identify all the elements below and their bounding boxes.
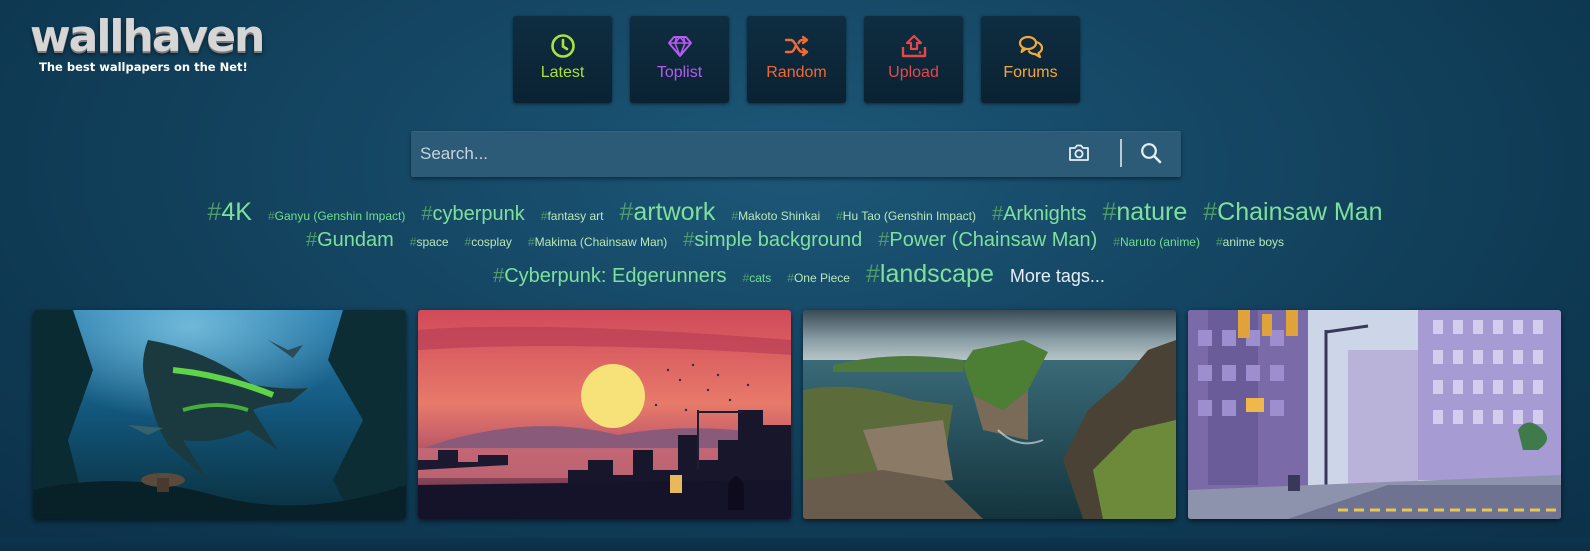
tag-row: #Cyberpunk: Edgerunners #cats #One Piece… [140,260,1450,291]
street-wallpaper-image [1188,310,1561,519]
tag-link[interactable]: #cyberpunk [421,203,524,226]
tag-link[interactable]: #fantasy art [541,209,604,223]
tag-link[interactable]: #Arknights [992,203,1087,226]
nav-upload-button[interactable]: Upload [864,16,963,103]
tag-link[interactable]: #Naruto (anime) [1113,235,1200,249]
nav-forums-button[interactable]: Forums [981,16,1080,103]
main-nav: Latest Toplist Random Upload Forums [513,16,1098,103]
nav-forums-label: Forums [1003,64,1058,81]
tag-link[interactable]: #cats [743,271,772,285]
logo-tagline: The best wallpapers on the Net! [39,60,248,74]
wallpaper-thumb-cliffs[interactable] [803,310,1176,519]
search-bar [411,131,1181,177]
tag-link[interactable]: #nature [1102,198,1187,227]
site-logo[interactable]: wallhaven The best wallpapers on the Net… [30,11,265,75]
nav-upload-label: Upload [888,64,939,81]
shark-wallpaper-image [33,310,406,519]
logo-wordmark: wallhaven [30,11,265,62]
search-input[interactable] [411,131,1071,177]
camera-icon[interactable] [1068,143,1090,163]
tag-link[interactable]: #landscape [866,260,994,289]
nav-latest-label: Latest [540,64,585,81]
wallpaper-thumb-street[interactable] [1188,310,1561,519]
tag-link[interactable]: #artwork [620,198,716,227]
nav-toplist-label: Toplist [656,64,703,81]
clock-icon [550,34,575,58]
tag-link[interactable]: #Power (Chainsaw Man) [878,229,1097,252]
page-bottom-bar [0,538,1590,551]
tag-link[interactable]: #Chainsaw Man [1203,198,1382,227]
upload-icon [901,34,926,58]
sunset-city-wallpaper-image [418,310,791,519]
search-icon[interactable] [1140,142,1162,164]
diamond-icon [667,36,692,57]
cliffs-wallpaper-image [803,310,1176,519]
tag-link[interactable]: #Gundam [306,229,394,252]
shuffle-icon [784,35,808,57]
nav-latest-button[interactable]: Latest [513,16,612,103]
tag-link[interactable]: #anime boys [1216,235,1284,249]
wallpaper-thumb-shark[interactable] [33,310,406,519]
search-divider [1120,139,1122,167]
tag-link[interactable]: #One Piece [787,271,850,285]
tag-row: #Gundam #space #cosplay #Makima (Chainsa… [140,229,1450,260]
tag-link[interactable]: #Hu Tao (Genshin Impact) [836,209,976,223]
chat-icon [1018,35,1043,59]
tag-link[interactable]: #simple background [683,229,862,252]
nav-random-label: Random [766,64,827,81]
tag-link[interactable]: #Ganyu (Genshin Impact) [268,209,405,223]
tag-link[interactable]: #Makoto Shinkai [731,209,820,223]
tag-link[interactable]: #cosplay [465,235,512,249]
tag-link[interactable]: #4K [207,198,252,227]
nav-random-button[interactable]: Random [747,16,846,103]
tag-link[interactable]: #Makima (Chainsaw Man) [528,235,667,249]
more-tags-link[interactable]: More tags... [1010,266,1105,287]
popular-tags: #4K #Ganyu (Genshin Impact) #cyberpunk #… [140,198,1450,291]
tag-row: #4K #Ganyu (Genshin Impact) #cyberpunk #… [140,198,1450,229]
wallpaper-thumb-sunset-city[interactable] [418,310,791,519]
tag-link[interactable]: #space [410,235,449,249]
wallpaper-grid [33,310,1573,519]
nav-toplist-button[interactable]: Toplist [630,16,729,103]
tag-link[interactable]: #Cyberpunk: Edgerunners [493,265,726,288]
